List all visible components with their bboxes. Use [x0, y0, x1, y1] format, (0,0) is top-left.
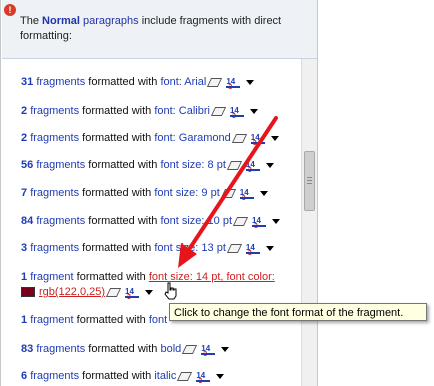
list-item: 1 fragment formatted with font — [21, 314, 168, 326]
fragment-count-link[interactable]: 2 — [21, 105, 27, 117]
scrollbar-thumb[interactable] — [304, 151, 315, 211]
fragments-link[interactable]: fragments — [30, 242, 79, 254]
format-link[interactable]: font size: 10 pt — [160, 215, 232, 227]
fragments-link[interactable]: fragments — [30, 132, 79, 144]
formatting-panel: ! The Normal paragraphs include fragment… — [0, 0, 318, 386]
format-link[interactable]: italic — [154, 370, 176, 382]
eraser-icon[interactable] — [105, 287, 122, 297]
hand-cursor-icon — [164, 282, 177, 300]
chevron-down-icon[interactable] — [216, 373, 225, 379]
fragments-link[interactable]: fragments — [30, 187, 79, 199]
list-item: 1 fragment formatted with font size: 14 … — [21, 271, 275, 283]
fragments-link[interactable]: fragments — [36, 215, 85, 227]
chevron-down-icon[interactable] — [249, 108, 258, 114]
list-item: 3 fragments formatted with font size: 13… — [21, 240, 274, 257]
format-link[interactable]: font: Arial — [160, 76, 206, 88]
list-item: 7 fragments formatted with font size: 9 … — [21, 185, 268, 202]
spell-check-icon[interactable]: 143 — [250, 132, 265, 147]
fragment-count-link[interactable]: 2 — [21, 132, 27, 144]
chevron-down-icon[interactable] — [272, 218, 280, 224]
spell-check-icon[interactable]: 143 — [201, 343, 216, 358]
fragments-link[interactable]: fragments — [36, 159, 85, 171]
eraser-icon[interactable] — [232, 216, 249, 226]
fragment-count-link[interactable]: 31 — [21, 76, 33, 88]
eraser-icon[interactable] — [226, 160, 242, 170]
list-item: 31 fragments formatted with font: Arial 1… — [21, 74, 255, 91]
chevron-down-icon[interactable] — [145, 289, 154, 295]
panel-header: ! The Normal paragraphs include fragment… — [2, 0, 317, 59]
eraser-icon[interactable] — [231, 133, 247, 143]
chevron-down-icon[interactable] — [221, 346, 230, 352]
list-item: 84 fragments formatted with font size: 1… — [21, 213, 280, 230]
chevron-down-icon[interactable] — [270, 135, 279, 141]
chevron-down-icon[interactable] — [259, 190, 268, 196]
fragments-link[interactable]: fragments — [36, 343, 85, 355]
list-item: 83 fragments formatted with bold143 — [21, 341, 230, 358]
spell-check-icon[interactable]: 143 — [245, 242, 260, 257]
list-item: 2 fragments formatted with font: Calibri… — [21, 103, 258, 120]
spell-check-icon[interactable]: 143 — [229, 105, 244, 120]
eraser-icon[interactable] — [226, 243, 242, 253]
color-swatch — [21, 287, 35, 298]
format-link[interactable]: font size: 13 pt — [154, 242, 226, 254]
chevron-down-icon[interactable] — [265, 162, 274, 168]
fragment-count-link[interactable]: 1 — [21, 271, 27, 283]
eraser-icon[interactable] — [210, 106, 227, 116]
chevron-down-icon[interactable] — [246, 79, 255, 85]
eraser-icon[interactable] — [220, 188, 236, 198]
fragment-count-link[interactable]: 56 — [21, 159, 33, 171]
fragments-link[interactable]: fragments — [36, 76, 85, 88]
spell-check-icon[interactable]: 143 — [196, 370, 211, 385]
format-link[interactable]: font size: 9 pt — [154, 187, 219, 199]
fragments-link[interactable]: fragments — [30, 370, 79, 382]
spell-check-icon[interactable]: 143 — [226, 76, 241, 91]
eraser-icon[interactable] — [177, 371, 193, 381]
header-description: The Normal paragraphs include fragments … — [20, 15, 282, 42]
fragment-count-link[interactable]: 7 — [21, 187, 27, 199]
format-link[interactable]: bold — [160, 343, 181, 355]
list-item-continuation: rgb(122,0,25) 143 — [21, 284, 154, 301]
fragment-count-link[interactable]: 3 — [21, 242, 27, 254]
format-link-hovered[interactable]: rgb(122,0,25) — [39, 286, 105, 298]
info-icon: ! — [4, 4, 16, 16]
style-name-link[interactable]: Normal — [42, 15, 80, 27]
tooltip: Click to change the font format of the f… — [169, 303, 427, 321]
spell-check-icon[interactable]: 143 — [239, 187, 254, 202]
format-link[interactable]: font — [149, 314, 167, 326]
fragments-link[interactable]: fragment — [30, 314, 73, 326]
fragments-link[interactable]: fragment — [30, 271, 73, 283]
fragments-link[interactable]: fragments — [30, 105, 79, 117]
format-link[interactable]: font size: 8 pt — [160, 159, 225, 171]
eraser-icon[interactable] — [207, 77, 223, 87]
list-item: 2 fragments formatted with font: Garamon… — [21, 130, 279, 147]
chevron-down-icon[interactable] — [265, 245, 274, 251]
list-item: 56 fragments formatted with font size: 8… — [21, 157, 274, 174]
spell-check-icon[interactable]: 143 — [245, 159, 260, 174]
eraser-icon[interactable] — [182, 344, 198, 354]
fragment-count-link[interactable]: 6 — [21, 370, 27, 382]
vertical-scrollbar[interactable] — [301, 59, 317, 386]
list-item: 6 fragments formatted with italic143 — [21, 368, 225, 385]
format-link[interactable]: font: Garamond — [154, 132, 230, 144]
spell-check-icon[interactable]: 143 — [252, 215, 266, 230]
fragment-count-link[interactable]: 83 — [21, 343, 33, 355]
fragment-count-link[interactable]: 84 — [21, 215, 33, 227]
format-link[interactable]: font: Calibri — [154, 105, 210, 117]
fragment-count-link[interactable]: 1 — [21, 314, 27, 326]
spell-check-icon[interactable]: 143 — [125, 286, 140, 301]
